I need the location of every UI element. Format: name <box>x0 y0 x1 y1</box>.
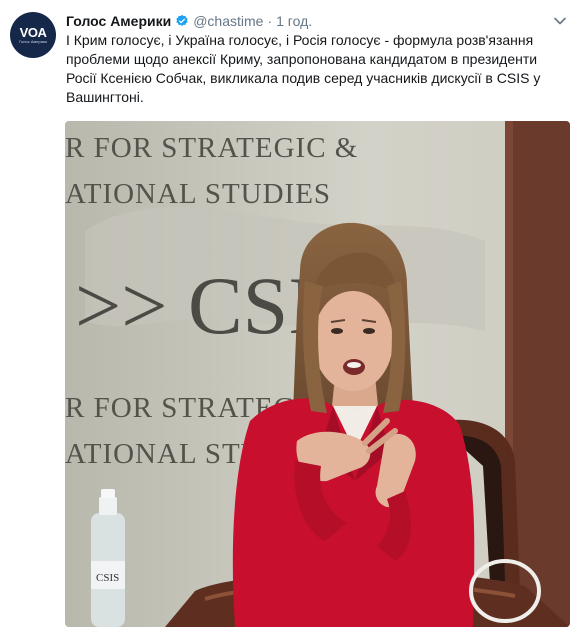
tweet-text: І Крим голосує, і Україна голосує, і Рос… <box>66 32 541 105</box>
chevron-down-icon[interactable] <box>553 14 567 28</box>
tweet: VOA Голос Америки Голос Америки @chastim… <box>0 0 579 630</box>
avatar-logo-text: VOA <box>19 24 47 40</box>
display-name[interactable]: Голос Америки <box>66 13 171 29</box>
tweet-photo[interactable]: R FOR STRATEGIC & ATIONAL STUDIES >> CSI… <box>65 121 570 627</box>
verified-badge-icon <box>175 14 189 28</box>
avatar[interactable]: VOA Голос Америки <box>10 12 56 58</box>
account-handle[interactable]: @chastime <box>193 13 263 29</box>
backdrop-text-1: R FOR STRATEGIC & <box>65 132 358 164</box>
tweet-timestamp[interactable]: 1 год. <box>276 13 312 29</box>
avatar-logo-subtext: Голос Америки <box>19 38 47 44</box>
separator-dot: · <box>267 13 273 29</box>
tweet-header: Голос Америки @chastime · 1 год. <box>66 12 312 30</box>
backdrop-text-2: ATIONAL STUDIES <box>65 178 331 210</box>
bottle-label: CSIS <box>96 572 119 584</box>
